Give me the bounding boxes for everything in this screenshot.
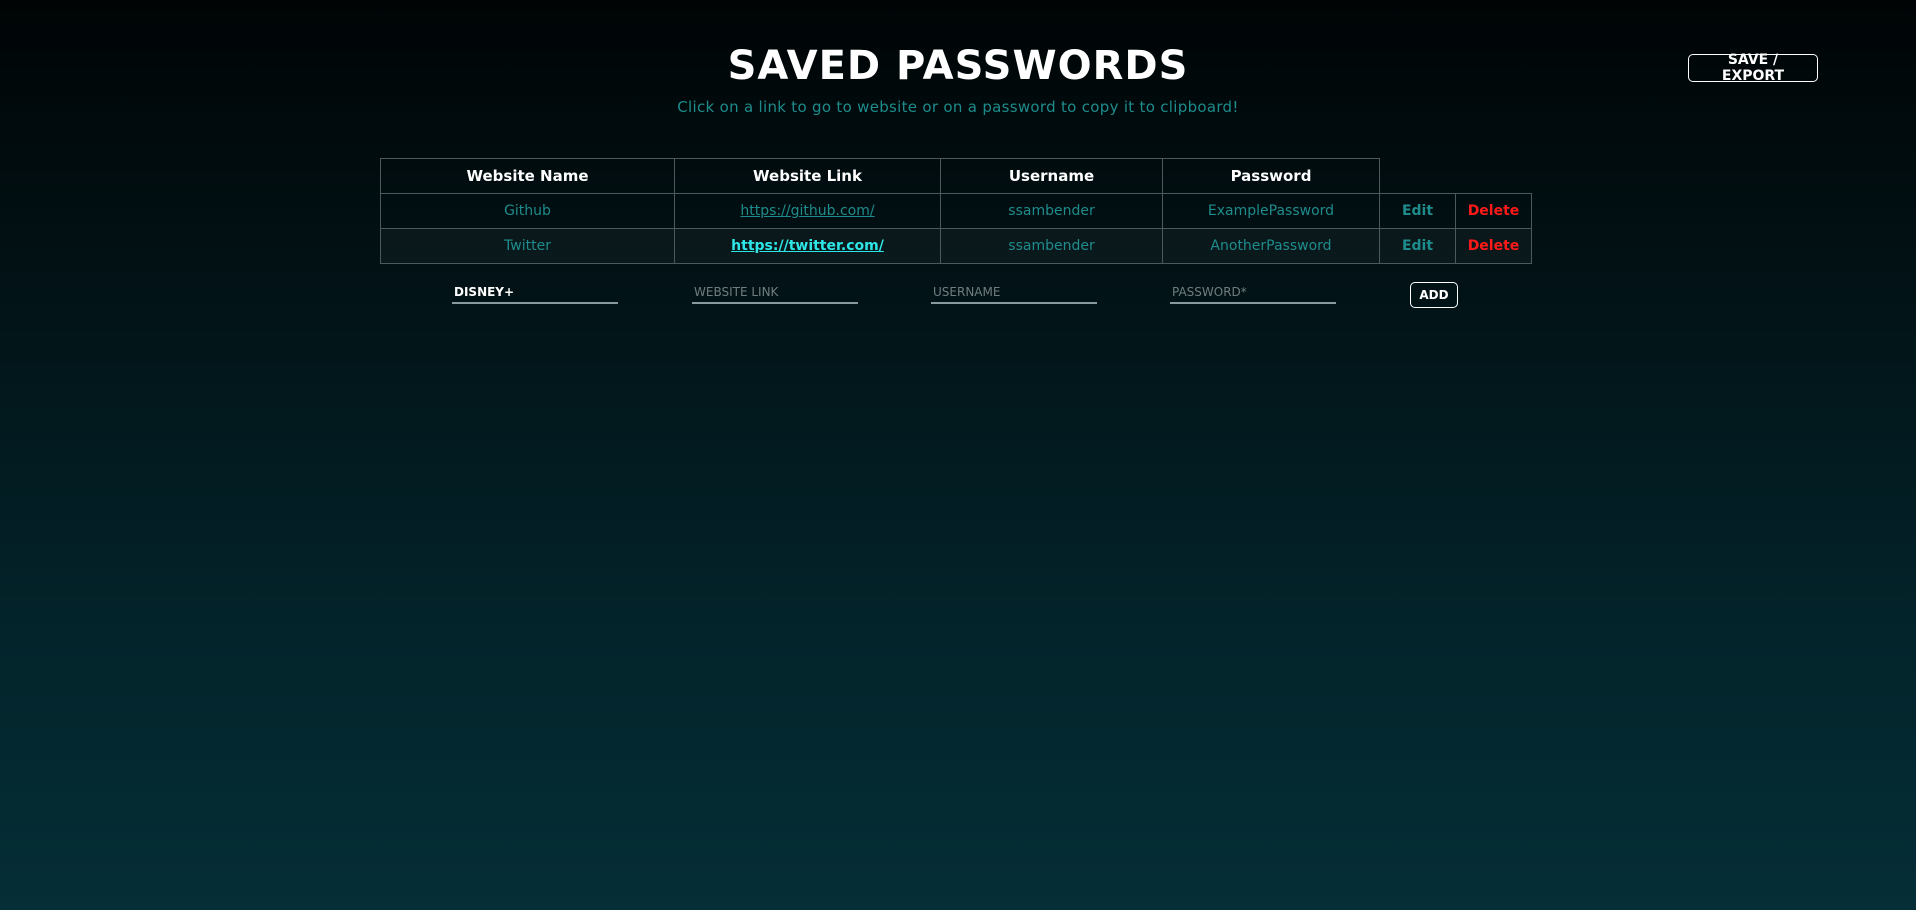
delete-button[interactable]: Delete	[1455, 193, 1532, 229]
column-header-edit-spacer	[1380, 159, 1456, 194]
password-cell[interactable]: AnotherPassword	[1162, 228, 1380, 264]
add-entry-form: ADD	[0, 282, 1916, 310]
password-input[interactable]	[1170, 282, 1336, 304]
column-header-website-link: Website Link	[674, 158, 941, 194]
website-link[interactable]: https://github.com/	[740, 203, 874, 219]
column-header-delete-spacer	[1456, 159, 1532, 194]
delete-button[interactable]: Delete	[1455, 228, 1532, 264]
save-export-button[interactable]: SAVE / EXPORT	[1688, 52, 1818, 84]
page-header: SAVED PASSWORDS Click on a link to go to…	[0, 40, 1916, 116]
website-name-cell: Github	[380, 193, 675, 229]
username-input[interactable]	[931, 282, 1097, 304]
password-cell[interactable]: ExamplePassword	[1162, 193, 1380, 229]
username-cell: ssambender	[940, 228, 1163, 264]
table-row: Github https://github.com/ ssambender Ex…	[380, 193, 1532, 229]
table-row: Twitter https://twitter.com/ ssambender …	[380, 228, 1532, 264]
website-name-cell: Twitter	[380, 228, 675, 264]
add-button[interactable]: ADD	[1410, 282, 1458, 308]
column-header-website-name: Website Name	[380, 158, 675, 194]
table-header-row: Website Name Website Link Username Passw…	[380, 158, 1532, 194]
website-name-input[interactable]	[452, 282, 618, 304]
edit-button[interactable]: Edit	[1379, 193, 1456, 229]
page-subtitle: Click on a link to go to website or on a…	[677, 98, 1239, 116]
edit-button[interactable]: Edit	[1379, 228, 1456, 264]
column-header-password: Password	[1162, 158, 1380, 194]
username-cell: ssambender	[940, 193, 1163, 229]
page-title: SAVED PASSWORDS	[727, 43, 1189, 89]
website-link-cell: https://github.com/	[674, 193, 941, 229]
website-link[interactable]: https://twitter.com/	[731, 238, 884, 254]
column-header-username: Username	[940, 158, 1163, 194]
website-link-input[interactable]	[692, 282, 858, 304]
website-link-cell: https://twitter.com/	[674, 228, 941, 264]
passwords-table: Website Name Website Link Username Passw…	[380, 158, 1532, 264]
